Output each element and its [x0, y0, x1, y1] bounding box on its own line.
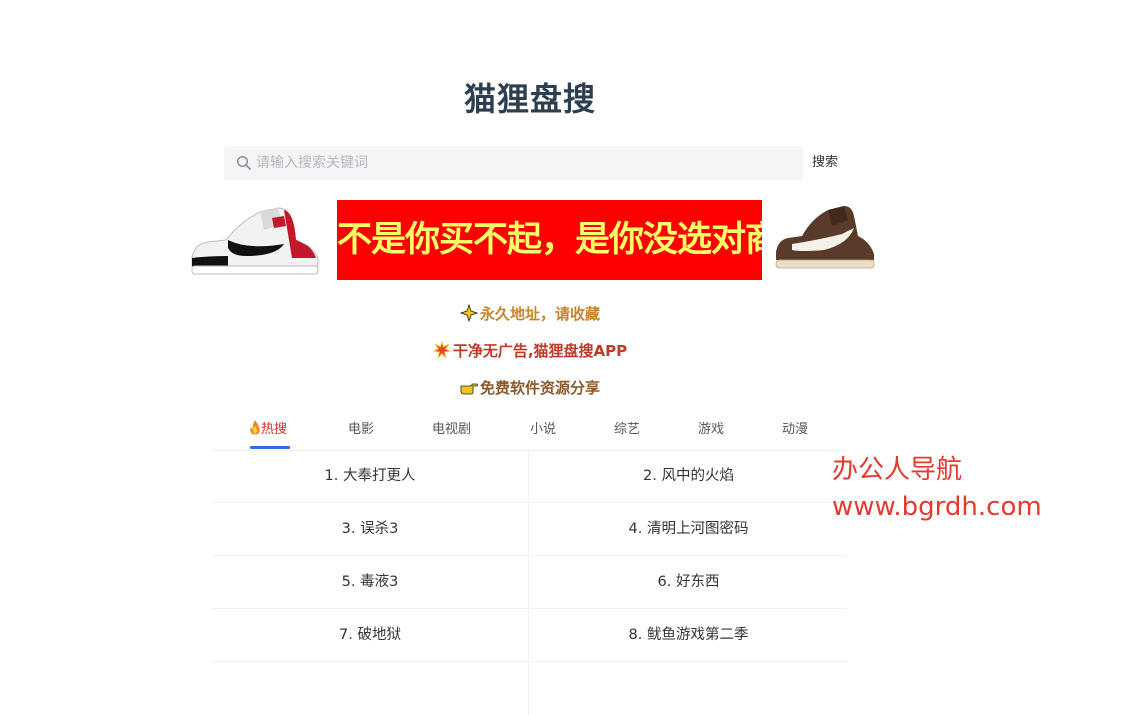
tab-novels[interactable]: 小说 — [530, 418, 556, 437]
list-item[interactable]: 8. 鱿鱼游戏第二季 — [530, 609, 847, 662]
ad-banner[interactable]: 不是你买不起，是你没选对商家 — [186, 198, 876, 282]
sparkles-icon — [459, 304, 478, 322]
search-bar[interactable] — [224, 146, 803, 180]
list-item[interactable]: 4. 清明上河图密码 — [530, 503, 847, 556]
promo-app-label: 干净无广告,猫狸盘搜APP — [452, 342, 628, 360]
list-item[interactable] — [530, 662, 847, 715]
tab-hot[interactable]: 热搜 — [249, 418, 287, 437]
ad-banner-text: 不是你买不起，是你没选对商家 — [337, 200, 762, 280]
fire-icon — [250, 420, 260, 435]
tab-movies[interactable]: 电影 — [348, 418, 374, 437]
promo-software[interactable]: 免费软件资源分享 — [0, 377, 1060, 398]
category-tabs: 热搜 电影 电视剧 小说 综艺 游戏 动漫 — [212, 410, 847, 451]
tab-anime[interactable]: 动漫 — [782, 418, 808, 437]
watermark-line2: www.bgrdh.com — [832, 492, 1042, 522]
promo-bookmark[interactable]: 永久地址，请收藏 — [0, 303, 1060, 324]
watermark-line1: 办公人导航 — [832, 455, 963, 485]
tab-tv-series[interactable]: 电视剧 — [432, 418, 471, 437]
site-title: 猫狸盘搜 — [463, 80, 596, 118]
active-tab-indicator — [250, 446, 290, 449]
list-item[interactable] — [212, 662, 529, 715]
list-item[interactable]: 1. 大奉打更人 — [212, 450, 529, 503]
watermark: 办公人导航 www.bgrdh.com — [832, 452, 1042, 526]
sneaker-left-image — [191, 207, 319, 275]
list-item[interactable]: 5. 毒液3 — [212, 556, 529, 609]
promo-app[interactable]: 干净无广告,猫狸盘搜APP — [0, 340, 1060, 361]
list-item[interactable]: 2. 风中的火焰 — [530, 450, 847, 503]
search-button[interactable]: 搜索 — [804, 146, 846, 180]
search-input[interactable] — [256, 146, 786, 180]
list-item[interactable]: 6. 好东西 — [530, 556, 847, 609]
collision-icon — [432, 341, 451, 359]
pointing-hand-icon — [460, 383, 478, 395]
list-item[interactable]: 3. 误杀3 — [212, 503, 529, 556]
list-item[interactable]: 7. 破地狱 — [212, 609, 529, 662]
tab-variety[interactable]: 综艺 — [614, 418, 640, 437]
tab-hot-label: 热搜 — [261, 422, 288, 437]
promo-software-label: 免费软件资源分享 — [479, 379, 600, 397]
promo-bookmark-label: 永久地址，请收藏 — [479, 305, 600, 323]
tab-games[interactable]: 游戏 — [698, 418, 724, 437]
search-icon — [236, 155, 251, 170]
sneaker-right-image — [775, 206, 875, 269]
